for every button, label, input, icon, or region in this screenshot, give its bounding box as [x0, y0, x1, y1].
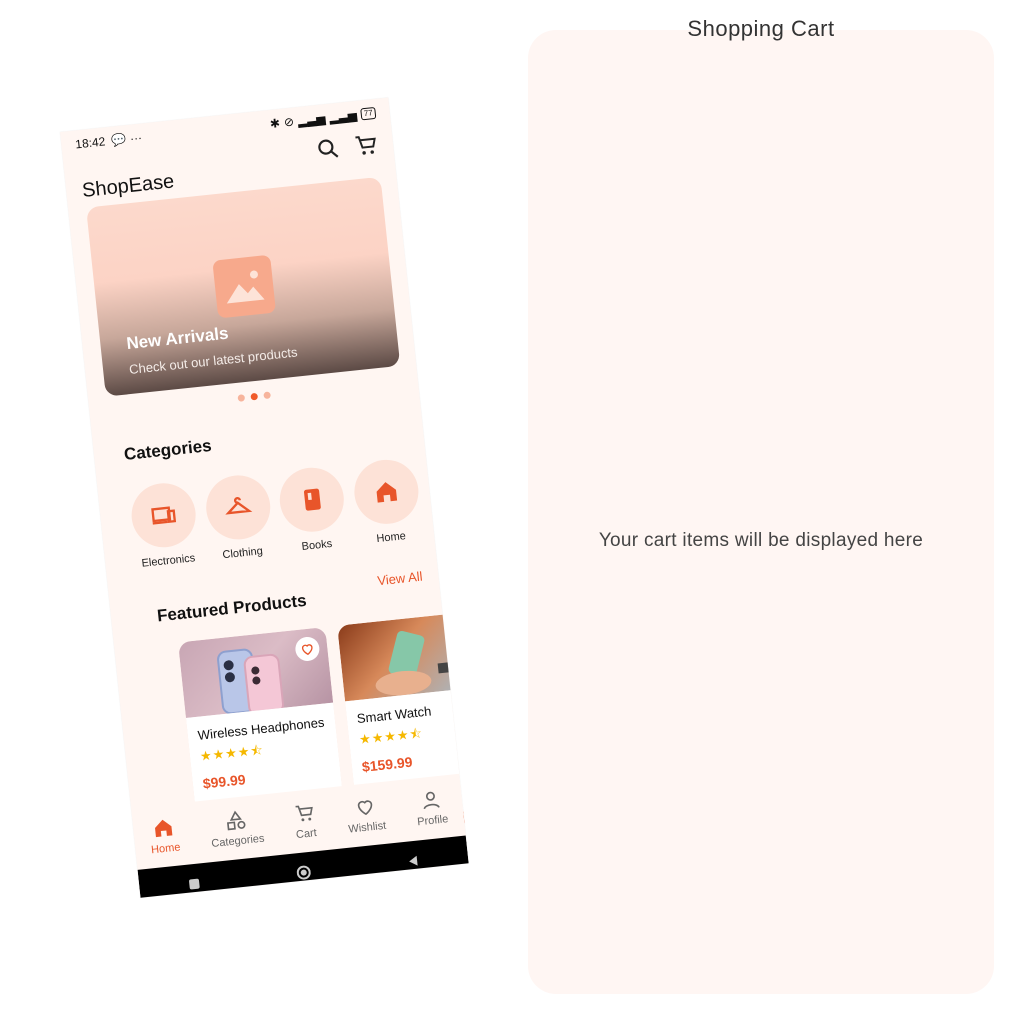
nav-profile[interactable]: Profile: [414, 787, 449, 828]
devices-icon: [128, 480, 199, 551]
person-icon: [423, 791, 440, 810]
categories-row: Electronics Clothing Books Home: [127, 456, 424, 571]
more-icon: ···: [129, 130, 143, 146]
heart-icon: [357, 800, 373, 816]
nav-label: Wishlist: [347, 819, 387, 836]
category-home[interactable]: Home: [350, 456, 424, 547]
heart-icon[interactable]: [453, 619, 469, 646]
bluetooth-icon: ✱: [269, 116, 281, 131]
category-label: Books: [301, 537, 333, 553]
category-books[interactable]: Books: [276, 464, 350, 554]
nav-categories[interactable]: Categories: [208, 807, 265, 850]
app-title: ShopEase: [81, 170, 176, 202]
nav-cart[interactable]: Cart: [292, 801, 318, 841]
banner-title: New Arrivals: [125, 323, 230, 354]
screenshot-stage: Shopping Cart Your cart items will be di…: [0, 0, 1024, 1024]
book-icon: [276, 464, 348, 535]
view-all-link[interactable]: View All: [377, 569, 424, 589]
search-icon[interactable]: [314, 135, 343, 164]
featured-heading: Featured Products: [156, 590, 308, 626]
image-placeholder-icon: [212, 254, 277, 319]
product-image: [337, 610, 469, 702]
cart-icon[interactable]: [352, 131, 381, 160]
battery-icon: 77: [360, 106, 377, 121]
nav-wishlist[interactable]: Wishlist: [345, 794, 387, 836]
cart-panel: Shopping Cart Your cart items will be di…: [528, 16, 994, 994]
carousel-dot-active[interactable]: [249, 392, 258, 401]
status-time: 18:42: [74, 134, 106, 152]
nav-label: Home: [150, 841, 182, 857]
signal-icon-2: ▂▃▅: [328, 107, 358, 125]
categories-heading: Categories: [123, 435, 213, 465]
signal-icon: ▂▃▅: [297, 111, 327, 129]
cart-icon: [295, 805, 313, 822]
back-button[interactable]: [405, 853, 420, 868]
chat-bubble-icon: 💬: [110, 132, 127, 148]
carousel-dot[interactable]: [262, 391, 271, 400]
cart-placeholder-text: Your cart items will be displayed here: [598, 530, 924, 551]
cart-page-title: Shopping Cart: [687, 16, 835, 41]
category-label: Electronics: [141, 552, 196, 570]
status-icons: ✱ ⊘ ▂▃▅ ▂▃▅ 77: [269, 106, 377, 131]
nav-label: Categories: [210, 832, 266, 851]
category-label: Home: [375, 530, 407, 546]
home-icon: [351, 456, 422, 528]
link-icon: ⊘: [283, 114, 295, 130]
home-button[interactable]: [296, 865, 311, 880]
recents-button[interactable]: [187, 876, 202, 891]
category-electronics[interactable]: Electronics: [127, 480, 201, 570]
category-label: Clothing: [221, 545, 264, 562]
nav-home[interactable]: Home: [148, 816, 182, 857]
nav-label: Profile: [416, 813, 449, 829]
carousel-dot[interactable]: [236, 394, 245, 402]
promo-banner[interactable]: New Arrivals Check out our latest produc…: [86, 176, 401, 397]
nav-label: Cart: [295, 827, 318, 842]
hanger-icon: [202, 472, 274, 543]
category-clothing[interactable]: Clothing: [202, 472, 276, 562]
phone-screen: 18:42 💬 ··· ✱ ⊘ ▂▃▅ ▂▃▅ 77 ShopEase New …: [60, 97, 469, 898]
categories-icon: [226, 810, 246, 831]
home-icon: [155, 819, 173, 838]
